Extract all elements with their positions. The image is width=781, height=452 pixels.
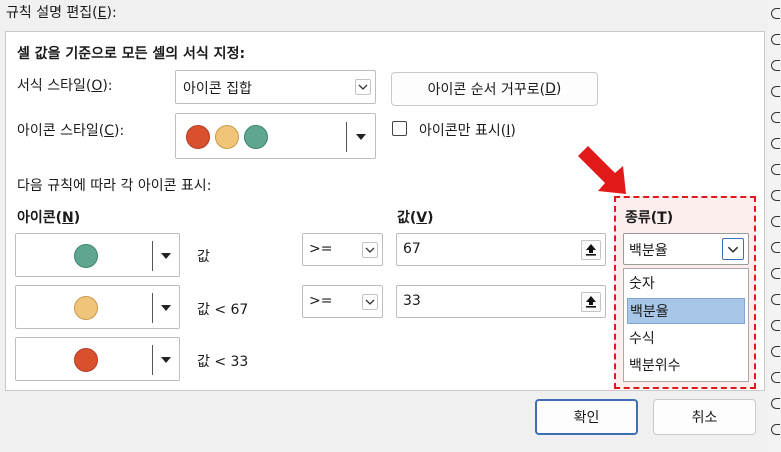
- chevron-down-icon[interactable]: [722, 238, 744, 260]
- type-selected-value: 백분율: [629, 243, 668, 259]
- chevron-down-icon[interactable]: [355, 79, 371, 95]
- sheet-mark: [771, 398, 780, 409]
- cell-reference-upload-icon[interactable]: [581, 291, 601, 312]
- yellow-circle-icon: [74, 296, 98, 320]
- green-circle-icon: [74, 244, 98, 268]
- format-style-dropdown[interactable]: 아이콘 집합: [175, 70, 376, 104]
- sheet-mark: [771, 164, 780, 175]
- type-dropdown[interactable]: 백분율: [623, 233, 749, 265]
- rule-1-operator-dropdown[interactable]: >=: [302, 233, 383, 266]
- rule-caption: 다음 규칙에 따라 각 아이콘 표시:: [17, 178, 212, 194]
- icon-style-label: 아이콘 스타일(C):: [17, 123, 125, 139]
- yellow-circle-icon: [215, 125, 239, 149]
- rule-1-icon-dropdown[interactable]: [15, 233, 180, 277]
- icon-only-checkbox[interactable]: [392, 121, 407, 136]
- caret-down-icon[interactable]: [356, 134, 366, 140]
- cancel-button[interactable]: 취소: [653, 399, 756, 435]
- dropdown-divider: [346, 122, 347, 152]
- format-style-value: 아이콘 집합: [183, 81, 252, 97]
- rule-2-icon-dropdown[interactable]: [15, 285, 180, 329]
- type-options-list: 숫자 백분율 수식 백분위수: [623, 268, 749, 382]
- dialog-section-title: 규칙 설명 편집(E):: [6, 5, 117, 21]
- rule-1-condition: 값: [197, 249, 210, 265]
- type-column-header: 종류(T): [625, 210, 674, 226]
- dropdown-divider: [152, 345, 153, 375]
- sheet-mark: [771, 112, 780, 123]
- format-style-label: 서식 스타일(O):: [17, 78, 113, 94]
- sheet-mark: [771, 294, 780, 305]
- type-option[interactable]: 숫자: [627, 271, 745, 297]
- chevron-down-icon[interactable]: [362, 241, 378, 258]
- rule-2-operator-value: >=: [309, 293, 333, 309]
- sheet-mark: [771, 372, 780, 383]
- type-option[interactable]: 수식: [627, 326, 745, 352]
- dropdown-divider: [152, 293, 153, 323]
- rule-2-condition: 값 < 67: [197, 302, 249, 318]
- dropdown-divider: [152, 241, 153, 271]
- sheet-mark: [771, 216, 780, 227]
- icon-only-label[interactable]: 아이콘만 표시(I): [419, 120, 516, 140]
- icon-column-header: 아이콘(N): [17, 210, 81, 226]
- reverse-icon-order-button[interactable]: 아이콘 순서 거꾸로(D): [391, 72, 598, 106]
- sheet-mark: [771, 346, 780, 357]
- rule-2-value-text: 33: [403, 293, 421, 309]
- rule-2-operator-dropdown[interactable]: >=: [302, 285, 383, 318]
- rule-3-icon-dropdown[interactable]: [15, 337, 180, 381]
- caret-down-icon[interactable]: [161, 305, 171, 311]
- type-option[interactable]: 백분위수: [627, 353, 745, 379]
- rule-1-operator-value: >=: [309, 241, 333, 257]
- sheet-mark: [771, 138, 780, 149]
- red-circle-icon: [74, 348, 98, 372]
- sheet-mark: [771, 60, 780, 71]
- sheet-mark: [771, 424, 780, 435]
- sheet-mark: [771, 34, 780, 45]
- caret-down-icon[interactable]: [161, 357, 171, 363]
- sheet-mark: [771, 86, 780, 97]
- rule-1-value-text: 67: [403, 241, 421, 257]
- sheet-mark: [771, 242, 780, 253]
- sheet-mark: [771, 268, 780, 279]
- value-column-header: 값(V): [397, 210, 434, 226]
- rule-3-condition: 값 < 33: [197, 354, 249, 370]
- red-circle-icon: [186, 125, 210, 149]
- icon-style-dropdown[interactable]: [175, 113, 376, 159]
- caret-down-icon[interactable]: [161, 253, 171, 259]
- red-arrow-annotation-icon: [578, 146, 626, 194]
- sheet-mark: [771, 190, 780, 201]
- green-circle-icon: [244, 125, 268, 149]
- panel-heading: 셀 값을 기준으로 모든 셀의 서식 지정:: [17, 46, 246, 62]
- cell-reference-upload-icon[interactable]: [581, 239, 601, 260]
- rule-1-value-input[interactable]: 67: [396, 233, 606, 266]
- ok-button[interactable]: 확인: [535, 399, 638, 435]
- sheet-mark: [771, 8, 780, 19]
- chevron-down-icon[interactable]: [362, 293, 378, 310]
- sheet-mark: [771, 320, 780, 331]
- rule-2-value-input[interactable]: 33: [396, 285, 606, 318]
- type-option-selected[interactable]: 백분율: [627, 298, 745, 324]
